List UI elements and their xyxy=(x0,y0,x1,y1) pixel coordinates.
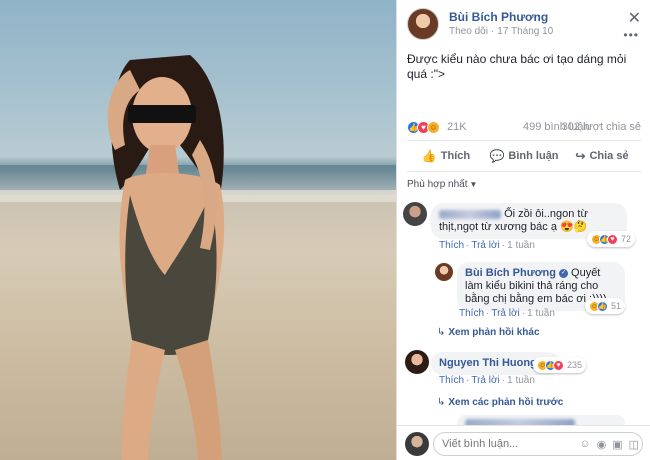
reply-reaction-count: 51 xyxy=(611,301,622,311)
blurred-commenter-name[interactable] xyxy=(439,209,501,219)
current-user-avatar xyxy=(405,432,429,456)
like-reaction-icon: 👍 xyxy=(597,300,608,312)
comment-like-link[interactable]: Thích xyxy=(439,240,464,251)
partial-reply-bubble xyxy=(457,415,625,425)
comment-reply-link[interactable]: Trả lời xyxy=(471,375,499,386)
like-icon: 👍 xyxy=(421,149,437,163)
more-replies-link[interactable]: ↳ Xem phản hồi khác xyxy=(437,327,540,338)
post-meta: Theo dõi · 17 Tháng 10 xyxy=(449,26,554,37)
reply-actions: Thích · Trả lời · 1 tuần xyxy=(459,308,555,319)
close-icon[interactable]: ✕ xyxy=(628,8,641,28)
commenter-avatar[interactable] xyxy=(405,350,429,374)
comment-actions: Thích · Trả lời · 1 tuần xyxy=(439,375,535,386)
previous-replies-link[interactable]: ↳ Xem các phản hồi trước xyxy=(437,397,563,408)
reaction-count[interactable]: 21K xyxy=(447,121,467,133)
photo-figure xyxy=(107,55,225,460)
post-photo[interactable] xyxy=(0,0,396,460)
post-date[interactable]: 17 Tháng 10 xyxy=(497,26,553,37)
comment-like-link[interactable]: Thích xyxy=(439,375,464,386)
comment-reaction-count: 72 xyxy=(621,234,632,244)
post-panel: Bùi Bích Phương Theo dõi · 17 Tháng 10 ✕ •… xyxy=(396,0,650,460)
commenter-avatar[interactable] xyxy=(403,202,427,226)
reactions-summary: 👍 ♥ ☺ 21K 499 bình luận 302 lượt chia sẻ xyxy=(407,120,641,136)
comment-reaction-count: 235 xyxy=(567,360,583,370)
emoji-icon[interactable]: ☺ xyxy=(579,438,590,451)
previous-replies-label: Xem các phản hồi trước xyxy=(448,397,564,408)
more-icon[interactable]: ••• xyxy=(623,28,639,42)
author-avatar[interactable] xyxy=(407,8,439,40)
comment-sort-dropdown[interactable]: Phù hợp nhất ▼ xyxy=(407,179,477,190)
shares-count[interactable]: 302 lượt chia sẻ xyxy=(562,121,641,133)
composer-tools: ☺ ◉ ▣ ◫ xyxy=(579,438,639,451)
beach-photo xyxy=(0,0,396,460)
share-icon: ↪ xyxy=(575,149,586,163)
comment-reactions[interactable]: ☺ 👍 ♥ 235 xyxy=(533,357,587,373)
comment-actions: Thích · Trả lời · 1 tuần xyxy=(439,240,535,251)
haha-reaction-icon: ☺ xyxy=(427,121,440,134)
reaction-icons[interactable]: 👍 ♥ ☺ xyxy=(407,121,440,134)
comment-time[interactable]: 1 tuần xyxy=(507,375,535,386)
follow-link[interactable]: Theo dõi xyxy=(449,26,488,37)
reply-reply-link[interactable]: Trả lời xyxy=(491,308,519,319)
comment: Nguyen Thi Huong Ơ ☺ 👍 ♥ 235 Thích·Trả l… xyxy=(397,348,650,388)
sort-label: Phù hợp nhất xyxy=(407,179,468,190)
verified-icon: ✓ xyxy=(558,268,568,278)
reply-author-name[interactable]: Bùi Bích Phương xyxy=(465,267,556,279)
post-header: Bùi Bích Phương Theo dõi · 17 Tháng 10 ✕ •… xyxy=(407,8,641,42)
comment-reply: Bùi Bích Phương ✓ Quyết làm kiểu bikini t… xyxy=(397,260,650,322)
reply-reactions[interactable]: ☺ 👍 51 xyxy=(585,298,626,314)
like-button[interactable]: 👍 Thích xyxy=(407,141,485,171)
reply-arrow-icon: ↳ xyxy=(437,327,446,338)
post-caption: Được kiểu nào chưa bác ơi tạo dáng mỏi q… xyxy=(407,52,627,81)
love-reaction-icon: ♥ xyxy=(553,359,564,371)
reply-like-link[interactable]: Thích xyxy=(459,308,484,319)
sticker-icon[interactable]: ◫ xyxy=(629,438,639,451)
reply-time[interactable]: 1 tuần xyxy=(527,308,555,319)
chevron-down-icon: ▼ xyxy=(469,180,478,189)
more-replies-label: Xem phản hồi khác xyxy=(448,327,540,338)
camera-icon[interactable]: ◉ xyxy=(597,438,607,451)
author-name[interactable]: Bùi Bích Phương xyxy=(449,10,548,24)
reply-arrow-icon: ↳ xyxy=(437,397,446,408)
love-reaction-icon: ♥ xyxy=(607,233,618,245)
comments-list: Ối zồi ôi..ngon từ thịt,ngọt từ xương bá… xyxy=(397,200,650,425)
comment-button[interactable]: 💬 Bình luận xyxy=(485,141,563,171)
share-button[interactable]: ↪ Chia sẻ xyxy=(563,141,641,171)
comment-time[interactable]: 1 tuần xyxy=(507,240,535,251)
reply-avatar[interactable] xyxy=(435,263,453,281)
comment-label: Bình luận xyxy=(508,150,559,162)
comment-reactions[interactable]: ☺ 👍 ♥ 72 xyxy=(587,231,636,247)
comment: Ối zồi ôi..ngon từ thịt,ngọt từ xương bá… xyxy=(397,200,650,255)
comment-composer: ☺ ◉ ▣ ◫ xyxy=(397,425,650,460)
commenter-name[interactable]: Nguyen Thi Huong xyxy=(439,357,537,369)
like-label: Thích xyxy=(440,150,471,162)
comment-reply-link[interactable]: Trả lời xyxy=(471,240,499,251)
post-actions: 👍 Thích 💬 Bình luận ↪ Chia sẻ xyxy=(407,140,641,172)
share-label: Chia sẻ xyxy=(589,150,629,162)
comment-icon: 💬 xyxy=(489,149,505,163)
gif-icon[interactable]: ▣ xyxy=(612,438,622,451)
